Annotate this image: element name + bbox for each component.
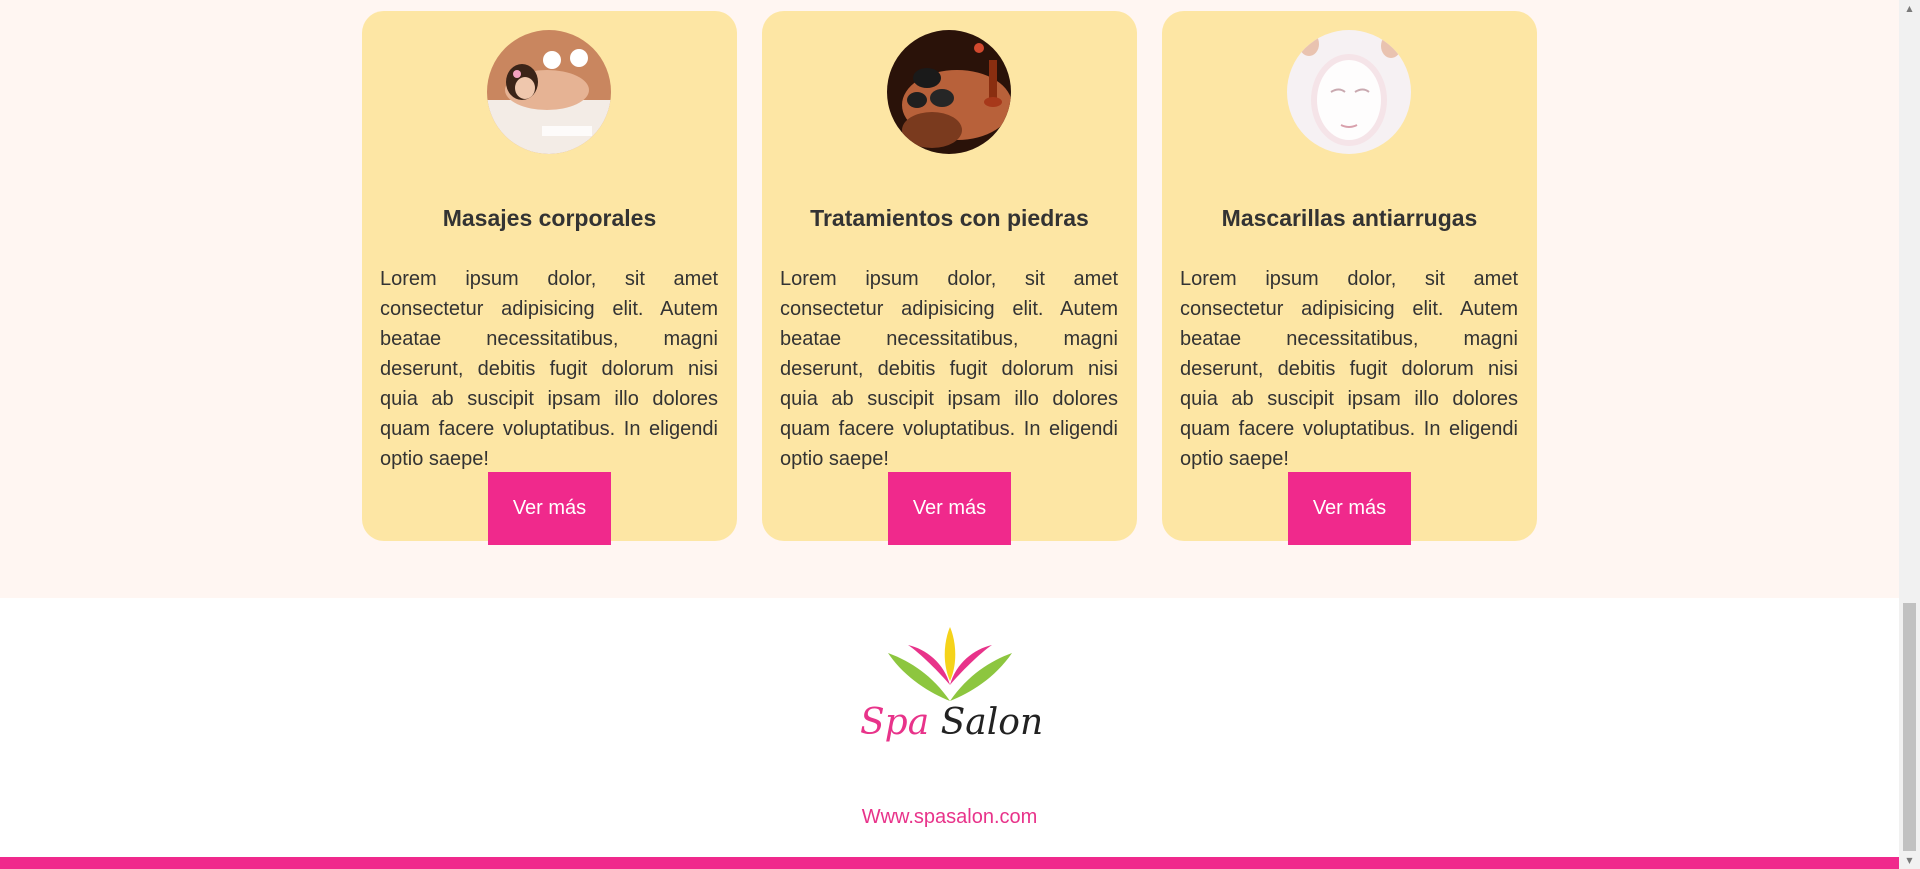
ver-mas-button[interactable]: Ver más <box>888 472 1011 545</box>
service-card-stone-treatments: Tratamientos con piedras Lorem ipsum dol… <box>762 11 1137 545</box>
facial-mask-photo <box>1287 30 1411 154</box>
scrollbar-thumb[interactable] <box>1903 603 1916 851</box>
scroll-down-arrow-icon[interactable]: ▼ <box>1899 852 1920 869</box>
lotus-leaves-icon <box>888 627 1012 701</box>
website-link[interactable]: Www.spasalon.com <box>0 805 1899 829</box>
bottom-accent-bar <box>0 857 1899 869</box>
scroll-up-arrow-icon[interactable]: ▲ <box>1899 0 1920 17</box>
page: Masajes corporales Lorem ipsum dolor, si… <box>0 0 1899 869</box>
spa-salon-logo[interactable]: Spa Salon <box>860 623 1043 753</box>
card-title: Mascarillas antiarrugas <box>1221 205 1478 231</box>
logo-word-spa: Spa <box>860 702 930 743</box>
ver-mas-button[interactable]: Ver más <box>488 472 611 545</box>
card-description: Lorem ipsum dolor, sit amet consectetur … <box>780 268 1118 470</box>
vertical-scrollbar[interactable]: ▲ ▼ <box>1899 0 1920 869</box>
logo-wordmark: Spa Salon <box>860 702 1043 743</box>
logo-word-salon: Salon <box>940 702 1044 743</box>
card-title: Masajes corporales <box>442 205 657 231</box>
stone-treatment-photo <box>887 30 1011 154</box>
card-title: Tratamientos con piedras <box>810 205 1089 231</box>
card-description: Lorem ipsum dolor, sit amet consectetur … <box>380 268 718 470</box>
service-card-body-massage: Masajes corporales Lorem ipsum dolor, si… <box>362 11 737 545</box>
services-section: Masajes corporales Lorem ipsum dolor, si… <box>0 0 1899 598</box>
service-card-anti-wrinkle-masks: Mascarillas antiarrugas Lorem ipsum dolo… <box>1162 11 1537 545</box>
footer: Spa Salon Www.spasalon.com <box>0 598 1899 857</box>
card-description: Lorem ipsum dolor, sit amet consectetur … <box>1180 268 1518 470</box>
ver-mas-button[interactable]: Ver más <box>1288 472 1411 545</box>
body-massage-photo <box>487 30 611 154</box>
